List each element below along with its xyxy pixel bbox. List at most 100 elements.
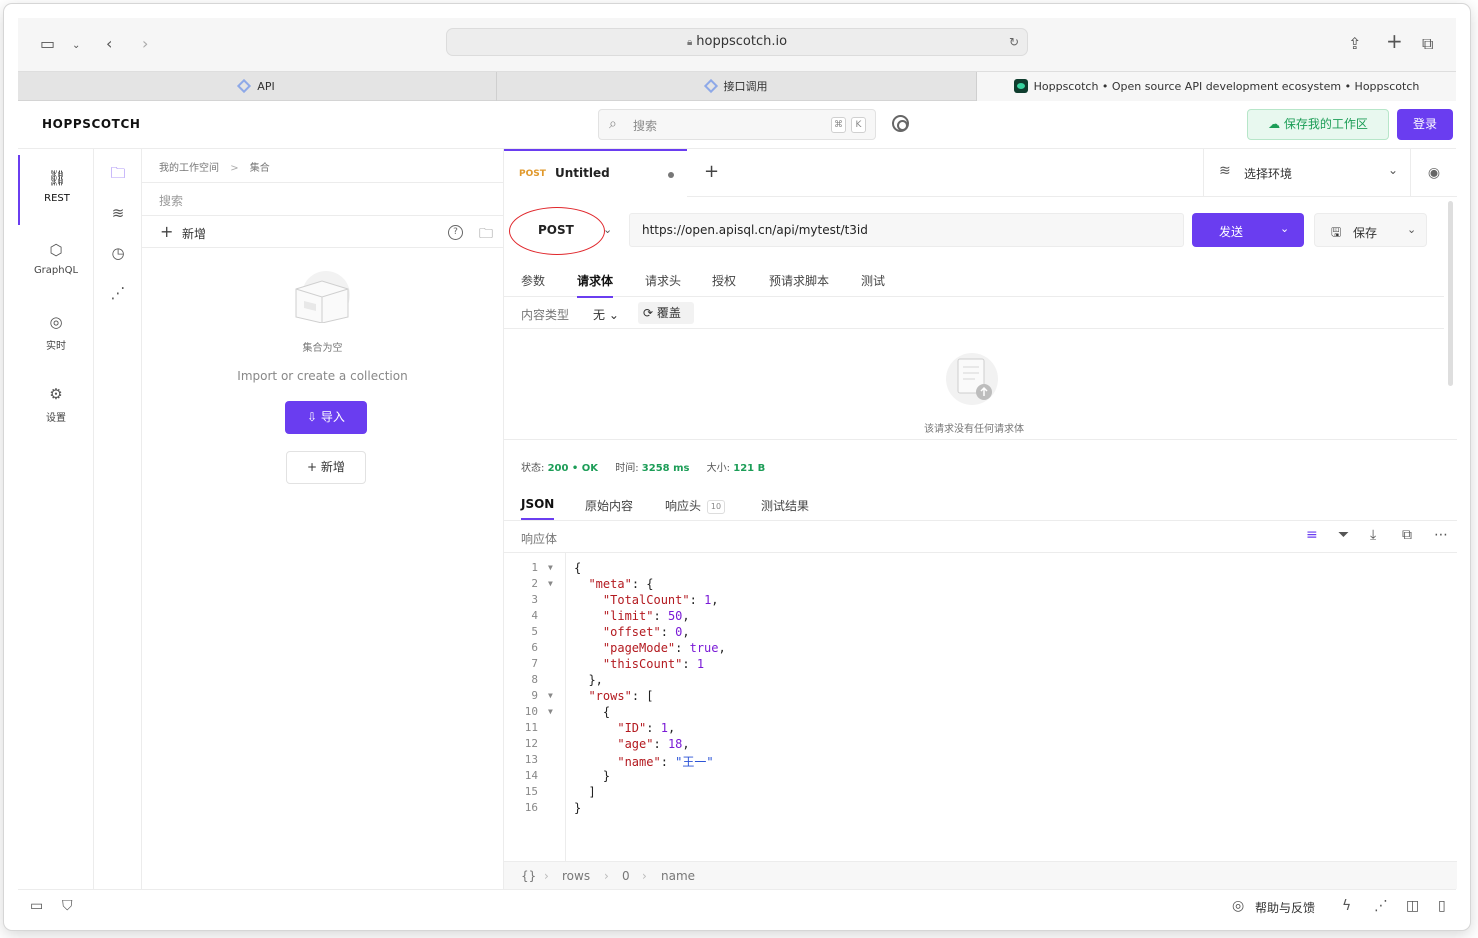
- history-icon[interactable]: ◷: [94, 244, 142, 262]
- send-button[interactable]: 发送 ⌄: [1192, 213, 1304, 247]
- support-icon[interactable]: ◎: [1232, 898, 1244, 914]
- environment-label: 选择环境: [1244, 167, 1293, 181]
- nav-item-realtime[interactable]: ◎ 实时: [18, 299, 94, 369]
- fold-icon[interactable]: ▼: [548, 707, 553, 716]
- breadcrumb: 我的工作空间 > 集合: [159, 159, 270, 174]
- help-icon[interactable]: ?: [448, 225, 463, 240]
- browser-tab-hoppscotch[interactable]: Hoppscotch • Open source API development…: [977, 72, 1456, 101]
- response-body-bar: 响应体 ≡ ⏷ ⤓ ⧉ ⋯: [504, 521, 1457, 553]
- browser-tab-interface[interactable]: 接口调用: [497, 72, 977, 101]
- panel-right-icon[interactable]: ▯: [1438, 898, 1446, 914]
- browser-toolbar: ▭ ⌄ ‹ › 🔒︎ hoppscotch.io ↻ ⇪ + ⧉: [18, 18, 1456, 72]
- collections-search-input[interactable]: 搜索: [142, 182, 503, 216]
- response-body-label: 响应体: [521, 532, 558, 546]
- path-rows[interactable]: rows: [562, 869, 590, 883]
- split-layout-icon[interactable]: ◫: [1406, 898, 1419, 914]
- path-name[interactable]: name: [661, 869, 695, 883]
- import-folder-icon[interactable]: 🗀︎: [479, 223, 493, 247]
- new-tab-icon[interactable]: +: [1386, 31, 1403, 51]
- filter-icon[interactable]: ⏷: [1338, 527, 1349, 543]
- shield-icon[interactable]: ⛉: [62, 898, 73, 914]
- tab-body[interactable]: 请求体: [577, 272, 614, 298]
- environment-select[interactable]: ≋ 选择环境 ⌄: [1203, 149, 1410, 197]
- tab-params[interactable]: 参数: [521, 272, 545, 289]
- fold-icon[interactable]: ▼: [548, 563, 553, 572]
- fold-icon[interactable]: ▼: [548, 579, 553, 588]
- sidebar-toggle-icon[interactable]: ▭: [40, 34, 55, 54]
- primary-nav: ⛓︎ REST ⬡ GraphQL ◎ 实时 ⚙︎ 设置: [18, 149, 94, 889]
- login-button[interactable]: 登录: [1397, 109, 1453, 140]
- tab-json[interactable]: JSON: [521, 497, 555, 520]
- code-line: {: [574, 705, 611, 719]
- diamond-icon: [237, 78, 252, 94]
- gear-icon: ⚙︎: [49, 385, 63, 403]
- tab-response-headers[interactable]: 响应头 10: [665, 497, 726, 514]
- line-number: 3: [531, 593, 538, 606]
- back-icon[interactable]: ‹: [106, 34, 112, 54]
- folder-icon[interactable]: 🗀︎: [94, 163, 142, 188]
- share-icon[interactable]: ⇪: [1348, 34, 1361, 54]
- nav-item-rest[interactable]: ⛓︎ REST: [18, 155, 94, 225]
- nav-item-graphql[interactable]: ⬡ GraphQL: [18, 227, 94, 297]
- add-tab-icon[interactable]: +: [704, 161, 719, 182]
- layers-icon[interactable]: ≋: [94, 204, 142, 222]
- copy-icon[interactable]: ⧉: [1402, 527, 1412, 543]
- share-nodes-icon[interactable]: ⋰: [1374, 898, 1388, 914]
- app-header: HOPPSCOTCH ⌕ 搜索 ⌘ K ☁︎ 保存我的工作区 登录: [18, 101, 1456, 149]
- plus-icon[interactable]: +: [160, 222, 173, 241]
- help-feedback-link[interactable]: 帮助与反馈: [1255, 899, 1315, 916]
- no-body-text: 该请求没有任何请求体: [924, 424, 1024, 435]
- lightning-icon[interactable]: ϟ: [1342, 898, 1351, 914]
- tab-raw[interactable]: 原始内容: [585, 497, 633, 514]
- tab-auth[interactable]: 授权: [712, 272, 736, 289]
- content-type-select[interactable]: 无 ⌄: [593, 306, 619, 323]
- chevron-down-icon[interactable]: ⌄: [72, 36, 80, 56]
- collections-panel: 我的工作空间 > 集合 搜索 + 新增 ? 🗀︎ 集合为空 Import or …: [142, 149, 503, 889]
- path-root[interactable]: {}: [521, 869, 536, 883]
- url-input[interactable]: https://open.apisql.cn/api/mytest/t3id: [629, 213, 1184, 247]
- browser-tab-api[interactable]: API: [18, 72, 497, 101]
- json-viewer[interactable]: 1 ▼ 2 ▼ 3 4 5 6 7 8 9 ▼ 10 ▼ 11 12 13 14 15 …: [504, 553, 1457, 861]
- code-line: "age": 18,: [617, 737, 690, 751]
- cloud-upload-icon: ☁︎: [1268, 117, 1284, 131]
- tab-overview-icon[interactable]: ⧉: [1422, 34, 1433, 54]
- address-bar[interactable]: 🔒︎ hoppscotch.io ↻: [446, 28, 1028, 56]
- reload-icon[interactable]: ↻: [1009, 29, 1019, 55]
- save-label: 保存: [1353, 226, 1378, 240]
- unsaved-dot-icon[interactable]: [668, 172, 674, 178]
- fold-icon[interactable]: ▼: [548, 691, 553, 700]
- nav-item-settings[interactable]: ⚙︎ 设置: [18, 371, 94, 441]
- eye-icon[interactable]: ◉: [1410, 149, 1457, 197]
- share-nodes-icon[interactable]: ⋰: [94, 284, 142, 302]
- empty-subtitle: Import or create a collection: [237, 369, 408, 383]
- new-button[interactable]: + 新增: [286, 451, 366, 484]
- link-icon: ⛓︎: [47, 169, 67, 187]
- path-index[interactable]: 0: [622, 869, 630, 883]
- override-button[interactable]: ⟳ 覆盖: [638, 302, 694, 324]
- download-icon[interactable]: ⤓: [1370, 527, 1376, 543]
- url-value: https://open.apisql.cn/api/mytest/t3id: [642, 223, 868, 237]
- import-button[interactable]: ⇩ 导入: [285, 401, 367, 434]
- global-search[interactable]: ⌕ 搜索 ⌘ K: [598, 109, 876, 140]
- wrap-lines-icon[interactable]: ≡: [1306, 527, 1318, 543]
- nav-label: GraphQL: [33, 265, 79, 276]
- support-icon[interactable]: [892, 115, 909, 132]
- new-collection-label[interactable]: 新增: [182, 225, 206, 242]
- sidebar-toggle-icon[interactable]: ▭: [30, 898, 43, 914]
- tab-test-results[interactable]: 测试结果: [761, 497, 809, 514]
- more-icon[interactable]: ⋯: [1434, 527, 1448, 543]
- save-button[interactable]: 🖫︎ 保存 ⌄: [1314, 213, 1427, 247]
- tab-pre-request[interactable]: 预请求脚本: [769, 272, 829, 289]
- chevron-down-icon[interactable]: ⌄: [1407, 223, 1416, 236]
- code-line: "meta": {: [588, 577, 654, 591]
- forward-icon[interactable]: ›: [142, 34, 148, 54]
- new-label: 新增: [320, 460, 345, 474]
- breadcrumb-root[interactable]: 我的工作空间: [159, 163, 219, 174]
- save-workspace-button[interactable]: ☁︎ 保存我的工作区: [1247, 109, 1389, 140]
- scrollbar[interactable]: [1448, 201, 1453, 386]
- request-tab-untitled[interactable]: POST Untitled: [504, 149, 687, 197]
- chevron-down-icon[interactable]: ⌄: [1280, 222, 1289, 235]
- tab-headers[interactable]: 请求头: [645, 272, 681, 289]
- app-logo[interactable]: HOPPSCOTCH: [42, 117, 141, 131]
- tab-tests[interactable]: 测试: [861, 272, 885, 289]
